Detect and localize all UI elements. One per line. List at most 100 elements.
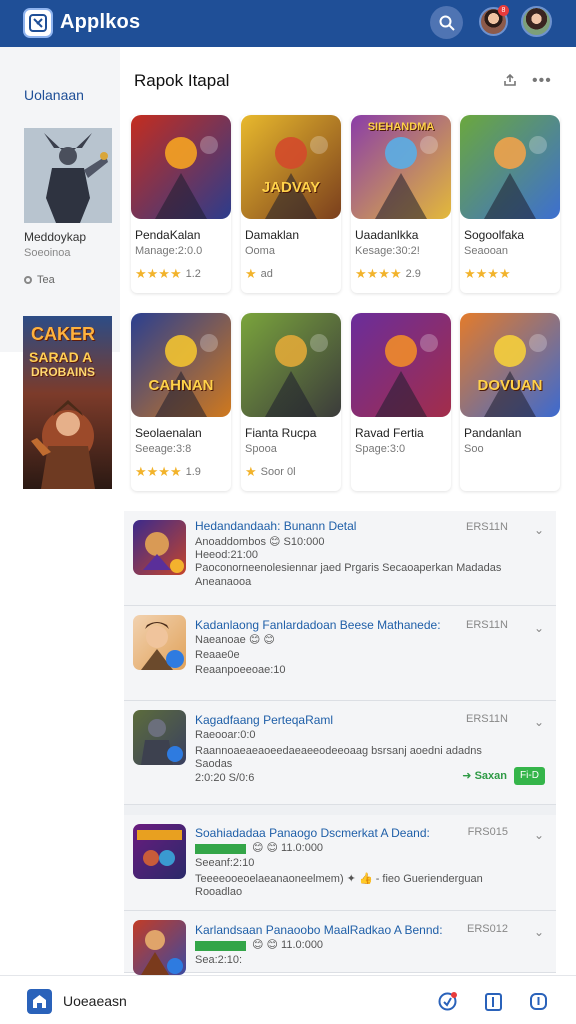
app-logo-icon[interactable]	[23, 8, 53, 38]
feed-item[interactable]: Kadanlaong Fanlardadoan Beese Mathanede:…	[124, 606, 556, 701]
feed-item-code: ERS11N	[466, 521, 508, 533]
feed-item-title: Karlandsaan Panaoobo MaalRadkao A Bennd:	[195, 923, 443, 937]
feed-item-thumbnail	[133, 824, 186, 879]
app-card[interactable]: Ravad Fertia Spage:3:0	[351, 313, 451, 491]
feed-item[interactable]: Soahiadadaa Panaogo Dscmerkat A Deand: 😊…	[124, 815, 556, 911]
app-card-rating-value: Soor 0l	[260, 466, 296, 478]
feed-item-line: Raeooar:0:0	[195, 729, 256, 741]
saved-label-text: Saxan	[474, 770, 507, 782]
app-card-banner: CAHNAN	[148, 377, 214, 394]
app-card-rating: ★★★★ 2.9	[355, 266, 421, 282]
install-button[interactable]: Fi-D	[514, 767, 545, 785]
activity-icon[interactable]	[437, 991, 458, 1012]
feed-item-line: Saodas	[195, 758, 233, 770]
feed-item-line: Sea:2:10:	[195, 954, 243, 966]
app-card-thumbnail: DOVUAN	[460, 313, 560, 417]
app-card-subtitle: Spage:3:0	[355, 443, 406, 455]
app-card-thumbnail	[460, 115, 560, 219]
app-card-thumbnail: CAHNAN	[131, 313, 231, 417]
chevron-down-icon[interactable]: ⌄	[534, 925, 544, 939]
app-card-thumbnail	[131, 115, 231, 219]
app-card-rating-value: 1.9	[185, 466, 201, 478]
home-icon[interactable]	[27, 989, 52, 1014]
feed-item-line: Aneanaooa	[195, 576, 252, 588]
app-card-thumbnail	[351, 313, 451, 417]
app-card[interactable]: PendaKalan Manage:2:0.0 ★★★★ 1.2	[131, 115, 231, 293]
app-card-name: Ravad Fertia	[355, 426, 424, 440]
app-card-rating-value: 1.2	[185, 268, 201, 280]
feed-item-line: Naeanoae 😊 😊	[195, 634, 275, 646]
app-card-rating: ★★★★ 1.2	[135, 266, 201, 282]
star-rating-icon: ★★★★	[464, 266, 511, 281]
app-card[interactable]: Fianta Rucpa Spooa ★ Soor 0l	[241, 313, 341, 491]
app-card-subtitle: Kesage:30:2!	[355, 245, 420, 257]
star-rating-icon: ★	[245, 464, 257, 479]
profile-avatar[interactable]	[521, 6, 552, 37]
feed-item-line: 2:0:20 S/0:6	[195, 772, 255, 784]
feed-item-line: Paoconorneenolesiennar jaed Prgaris Seca…	[195, 562, 502, 574]
progress-bar	[195, 941, 246, 951]
feed-item-code: ERS11N	[466, 619, 508, 631]
feed-item-line: Seeanf:2:10	[195, 857, 255, 869]
app-card-rating-value: ad	[260, 268, 273, 280]
top-app-bar: Applkos 8	[0, 0, 576, 47]
chevron-down-icon[interactable]: ⌄	[534, 523, 544, 537]
feed-item-line: Reaae0e	[195, 649, 240, 661]
feed-item-line: Anoaddombos 😊 S10:000	[195, 536, 325, 548]
app-card-name: Sogoolfaka	[464, 228, 525, 242]
saved-label: ➜ Saxan	[462, 770, 507, 782]
feed-item-thumbnail	[133, 710, 186, 765]
location-icon	[24, 276, 32, 284]
app-card-rating: ★★★★ 1.9	[135, 464, 201, 480]
app-card-rating: ★★★★	[464, 266, 515, 282]
app-card-subtitle: Seeage:3:8	[135, 443, 192, 455]
bottom-navigation: Uoeaeasn	[0, 975, 576, 1024]
more-options-icon[interactable]: •••	[532, 72, 552, 90]
app-card-subtitle: Ooma	[245, 245, 275, 257]
feed-item-code: FRS015	[467, 826, 508, 838]
account-icon[interactable]	[528, 991, 549, 1012]
feed-item-title: Kagadfaang PerteqaRaml	[195, 713, 334, 727]
feed-item-thumbnail	[133, 615, 186, 670]
app-card[interactable]: SIEHANDMA Uaadanlkka Kesage:30:2! ★★★★ 2.9	[351, 115, 451, 293]
sidebar-featured-name: Meddoykap	[24, 230, 87, 244]
app-card-name: Uaadanlkka	[355, 228, 419, 242]
feed-item-line: Raannoaeaeaoeedaeaeeodeeoaag bsrsanj aoe…	[195, 745, 482, 757]
feed-item[interactable]: Karlandsaan Panaoobo MaalRadkao A Bennd:…	[124, 911, 556, 975]
app-card-thumbnail: SIEHANDMA	[351, 115, 451, 219]
app-card-subtitle: Manage:2:0.0	[135, 245, 203, 257]
chevron-down-icon[interactable]: ⌄	[534, 621, 544, 635]
feed-item-title: Soahiadadaa Panaogo Dscmerkat A Deand:	[195, 826, 430, 840]
app-card-thumbnail	[241, 313, 341, 417]
chevron-down-icon[interactable]: ⌄	[534, 828, 544, 842]
sidebar-featured-meta-text: Tea	[37, 274, 55, 286]
app-card-name: Damaklan	[245, 228, 300, 242]
notification-badge: 8	[498, 5, 509, 16]
app-card-subtitle: Spooa	[245, 443, 277, 455]
chevron-down-icon[interactable]: ⌄	[534, 715, 544, 729]
feed-item[interactable]: Hedandandaah: Bunann Detal Anoaddombos 😊…	[124, 511, 556, 606]
app-card-subtitle: Soo	[464, 443, 484, 455]
share-icon[interactable]	[503, 73, 517, 87]
star-rating-icon: ★★★★	[135, 266, 182, 281]
feed-item-line: Reaanpoeeoae:10	[195, 664, 286, 676]
app-card-name: Fianta Rucpa	[245, 426, 317, 440]
app-card-name: Seolaenalan	[135, 426, 202, 440]
bottom-nav-label: Uoeaeasn	[63, 993, 127, 1009]
sidebar-title: Uolanaan	[24, 87, 84, 103]
app-card-banner: SIEHANDMA	[367, 121, 435, 133]
feed-item[interactable]: Kagadfaang PerteqaRaml Raeooar:0:0 Raann…	[124, 701, 556, 805]
app-card[interactable]: Sogoolfaka Seaooan ★★★★	[460, 115, 560, 293]
app-card-subtitle: Seaooan	[464, 245, 509, 257]
app-card[interactable]: CAHNAN Seolaenalan Seeage:3:8 ★★★★ 1.9	[131, 313, 231, 491]
poster-title-line2: SARAD A	[29, 349, 93, 365]
sidebar-featured-subtitle: Soeoinoa	[24, 247, 71, 259]
star-rating-icon: ★★★★	[355, 266, 402, 281]
app-card[interactable]: DOVUAN Pandanlan Soo	[460, 313, 560, 491]
search-icon[interactable]	[430, 6, 463, 39]
feed-item-line: Teeeeooeoelaeanaoneelmem) ✦ 👍 - fieo Gue…	[195, 873, 483, 885]
sidebar-promo-poster[interactable]: CAKER SARAD A DROBAINS	[23, 316, 112, 489]
library-icon[interactable]	[483, 991, 504, 1012]
sidebar-featured-thumbnail[interactable]	[24, 128, 112, 223]
app-card[interactable]: JADVAY Damaklan Ooma ★ ad	[241, 115, 341, 293]
